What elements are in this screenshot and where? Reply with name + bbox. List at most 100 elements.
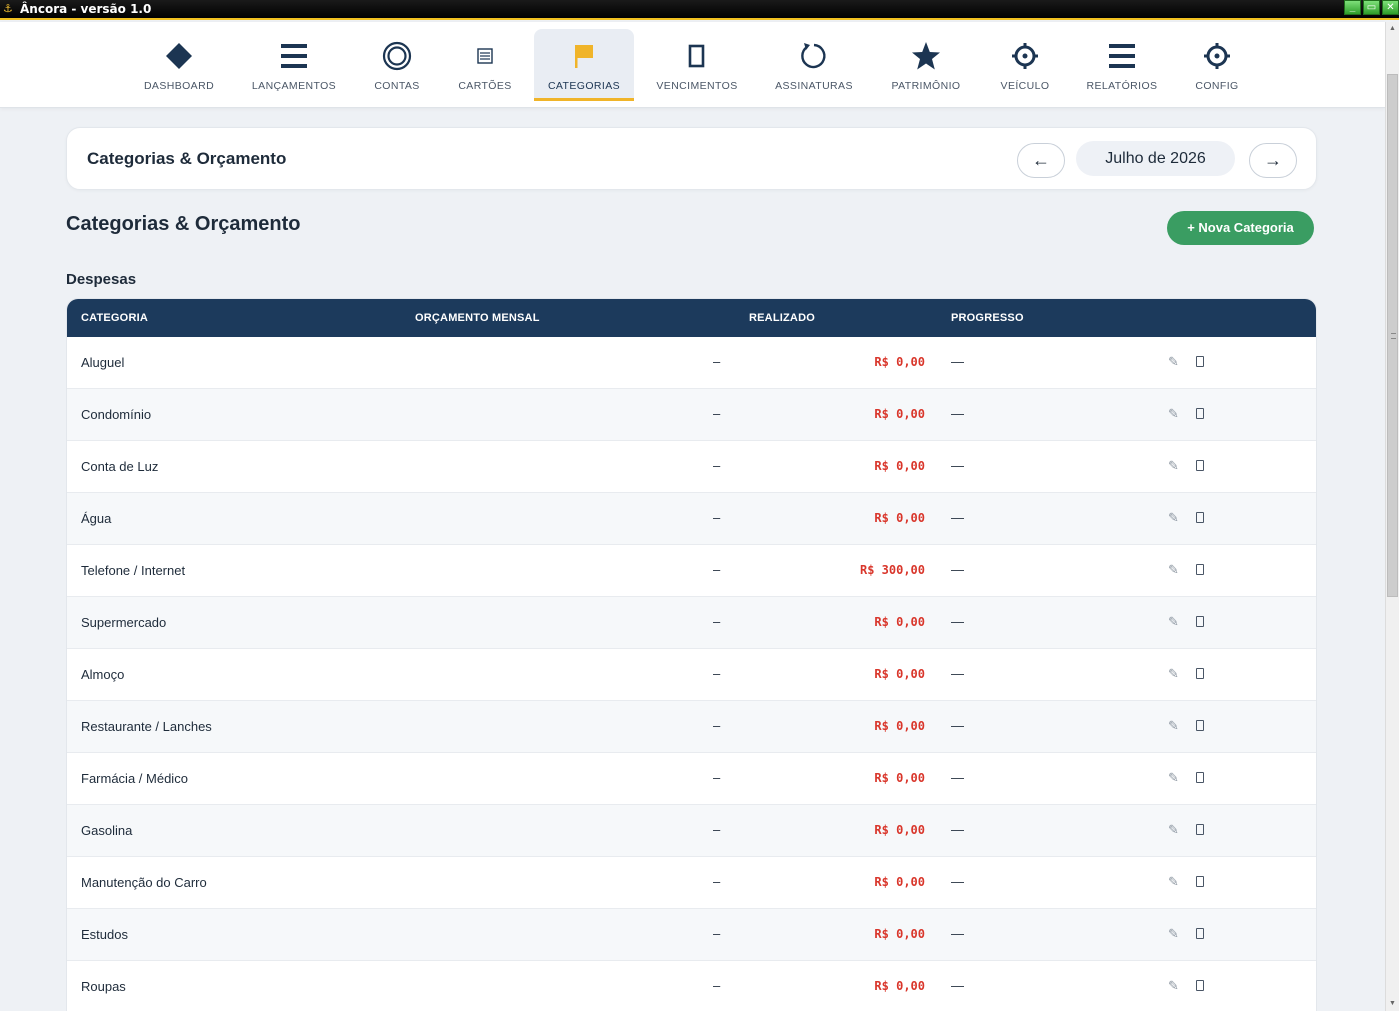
vertical-scrollbar[interactable]: ▲ ▼ — [1385, 22, 1399, 1011]
delete-icon[interactable] — [1196, 408, 1204, 419]
new-category-button[interactable]: + Nova Categoria — [1167, 211, 1314, 245]
delete-icon[interactable] — [1196, 460, 1204, 471]
delete-icon[interactable] — [1196, 668, 1204, 679]
edit-icon[interactable]: ✎ — [1168, 614, 1179, 630]
table-row: Roupas – R$ 0,00 — ✎ — [67, 961, 1316, 1011]
table-row: Estudos – R$ 0,00 — ✎ — [67, 909, 1316, 961]
nav-label: VEÍCULO — [1000, 80, 1050, 92]
delete-icon[interactable] — [1196, 720, 1204, 731]
budget-value: – — [713, 978, 721, 993]
nav-item-categorias[interactable]: CATEGORIAS — [534, 29, 634, 101]
edit-icon[interactable]: ✎ — [1168, 718, 1179, 734]
category-name: Farmácia / Médico — [81, 771, 188, 786]
nav-item-patrimonio[interactable]: PATRIMÔNIO — [888, 29, 964, 101]
delete-icon[interactable] — [1196, 772, 1204, 783]
delete-icon[interactable] — [1196, 928, 1204, 939]
close-button[interactable]: ✕ — [1382, 0, 1399, 15]
progress-value: — — [951, 458, 964, 473]
nav-item-dashboard[interactable]: DASHBOARD — [138, 29, 220, 101]
month-label: Julho de 2026 — [1076, 141, 1235, 176]
edit-icon[interactable]: ✎ — [1168, 562, 1179, 578]
category-name: Almoço — [81, 667, 125, 682]
realized-value: R$ 0,00 — [874, 407, 925, 421]
category-name: Gasolina — [81, 823, 133, 838]
nav-label: PATRIMÔNIO — [891, 80, 961, 92]
nav-label: CONTAS — [374, 80, 420, 92]
maximize-button[interactable]: ▭ — [1363, 0, 1380, 15]
next-month-button[interactable]: → — [1249, 143, 1297, 178]
delete-icon[interactable] — [1196, 876, 1204, 887]
budget-value: – — [713, 354, 721, 369]
column-header-progress[interactable]: PROGRESSO — [951, 312, 1024, 324]
budget-value: – — [713, 458, 721, 473]
minimize-button[interactable]: _ — [1344, 0, 1361, 15]
edit-icon[interactable]: ✎ — [1168, 666, 1179, 682]
realized-value: R$ 0,00 — [874, 667, 925, 681]
delete-icon[interactable] — [1196, 564, 1204, 575]
column-header-realized[interactable]: REALIZADO — [749, 312, 815, 324]
progress-value: — — [951, 978, 964, 993]
diamond-icon — [164, 37, 194, 75]
budget-value: – — [713, 614, 721, 629]
list-icon — [279, 37, 309, 75]
category-name: Conta de Luz — [81, 459, 159, 474]
category-name: Telefone / Internet — [81, 563, 186, 578]
edit-icon[interactable]: ✎ — [1168, 458, 1179, 474]
progress-value: — — [951, 614, 964, 629]
page-header-card: Categorias & Orçamento ← Julho de 2026 → — [66, 127, 1317, 190]
delete-icon[interactable] — [1196, 356, 1204, 367]
nav-item-veiculo[interactable]: VEÍCULO — [998, 29, 1052, 101]
nav-item-vencimentos[interactable]: VENCIMENTOS — [654, 29, 740, 101]
column-header-category[interactable]: CATEGORIA — [81, 312, 148, 324]
nav-label: ASSINATURAS — [775, 80, 853, 92]
nav-item-config[interactable]: CONFIG — [1191, 29, 1243, 101]
scroll-up-arrow[interactable]: ▲ — [1386, 22, 1399, 36]
nav-item-relatorios[interactable]: RELATÓRIOS — [1086, 29, 1158, 101]
page-title: Categorias & Orçamento — [87, 149, 287, 168]
nav-item-lancamentos[interactable]: LANÇAMENTOS — [248, 29, 340, 101]
nav-label: CARTÕES — [458, 80, 512, 92]
table-row: Conta de Luz – R$ 0,00 — ✎ — [67, 441, 1316, 493]
nav-label: RELATÓRIOS — [1086, 80, 1158, 92]
edit-icon[interactable]: ✎ — [1168, 978, 1179, 994]
progress-value: — — [951, 666, 964, 681]
progress-value: — — [951, 770, 964, 785]
nav-item-assinaturas[interactable]: ASSINATURAS — [772, 29, 856, 101]
realized-value: R$ 0,00 — [874, 927, 925, 941]
delete-icon[interactable] — [1196, 980, 1204, 991]
edit-icon[interactable]: ✎ — [1168, 510, 1179, 526]
realized-value: R$ 0,00 — [874, 875, 925, 889]
table-row: Telefone / Internet – R$ 300,00 — ✎ — [67, 545, 1316, 597]
realized-value: R$ 0,00 — [874, 823, 925, 837]
flag-icon — [571, 37, 597, 75]
app-icon: ⚓ — [3, 3, 13, 15]
category-name: Condomínio — [81, 407, 152, 422]
edit-icon[interactable]: ✎ — [1168, 770, 1179, 786]
progress-value: — — [951, 926, 964, 941]
realized-value: R$ 300,00 — [859, 563, 925, 577]
nav-item-contas[interactable]: CONTAS — [368, 29, 426, 101]
scroll-thumb[interactable] — [1387, 74, 1398, 597]
progress-value: — — [951, 874, 964, 889]
nav-label: DASHBOARD — [143, 80, 215, 92]
column-header-budget[interactable]: ORÇAMENTO MENSAL — [415, 312, 540, 324]
edit-icon[interactable]: ✎ — [1168, 406, 1179, 422]
edit-icon[interactable]: ✎ — [1168, 926, 1179, 942]
nav-item-cartoes[interactable]: CARTÕES — [455, 29, 515, 101]
progress-value: — — [951, 354, 964, 369]
prev-month-button[interactable]: ← — [1017, 143, 1065, 178]
delete-icon[interactable] — [1196, 616, 1204, 627]
circle-icon — [382, 37, 412, 75]
edit-icon[interactable]: ✎ — [1168, 354, 1179, 370]
refresh-icon — [799, 37, 829, 75]
delete-icon[interactable] — [1196, 512, 1204, 523]
budget-value: – — [713, 510, 721, 525]
edit-icon[interactable]: ✎ — [1168, 874, 1179, 890]
rectangle-icon — [687, 37, 707, 75]
delete-icon[interactable] — [1196, 824, 1204, 835]
nav-label: CONFIG — [1195, 80, 1239, 92]
scroll-down-arrow[interactable]: ▼ — [1386, 997, 1399, 1011]
budget-value: – — [713, 406, 721, 421]
table-row: Manutenção do Carro – R$ 0,00 — ✎ — [67, 857, 1316, 909]
edit-icon[interactable]: ✎ — [1168, 822, 1179, 838]
